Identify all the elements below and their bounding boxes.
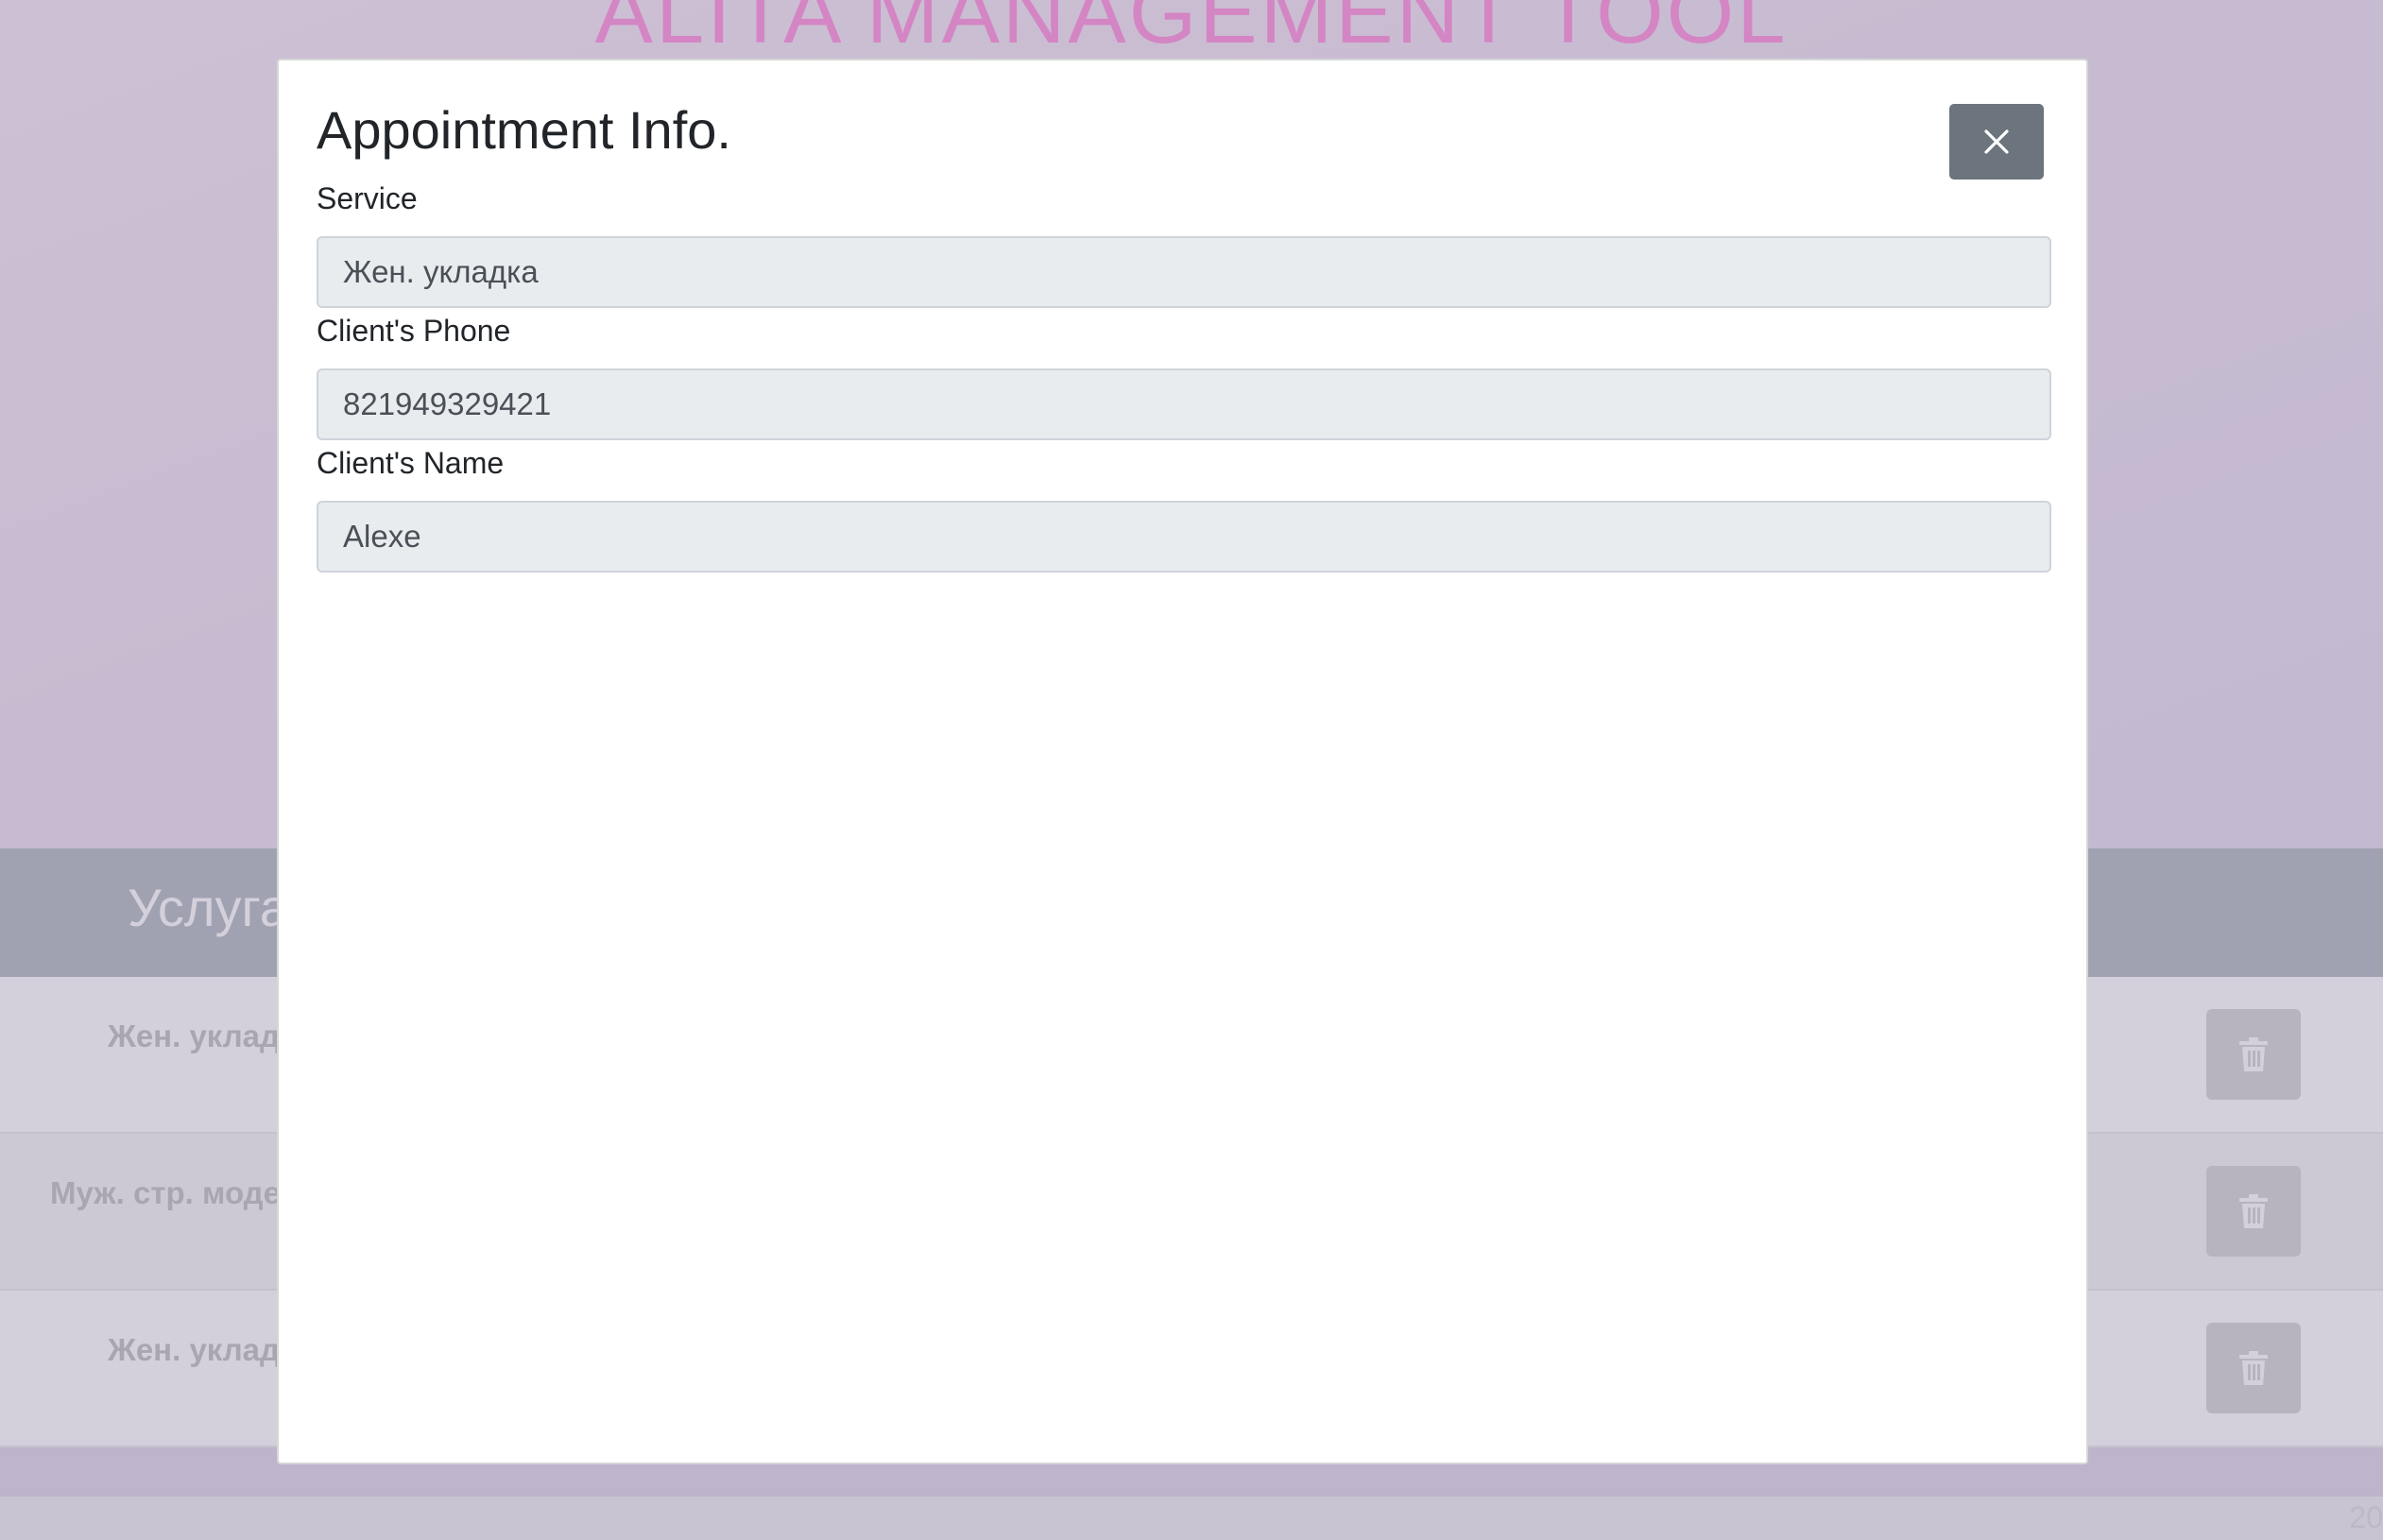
client-name-input[interactable] <box>317 501 2051 573</box>
client-name-label: Client's Name <box>317 446 505 480</box>
close-icon <box>1984 129 2009 154</box>
service-label: Service <box>317 181 418 215</box>
service-input[interactable] <box>317 236 2051 308</box>
client-phone-input[interactable] <box>317 368 2051 440</box>
close-button[interactable] <box>1949 104 2044 180</box>
appointment-info-modal: Appointment Info. Service Client's Phone… <box>277 59 2088 1464</box>
client-phone-label: Client's Phone <box>317 314 511 348</box>
modal-title: Appointment Info. <box>317 100 731 160</box>
